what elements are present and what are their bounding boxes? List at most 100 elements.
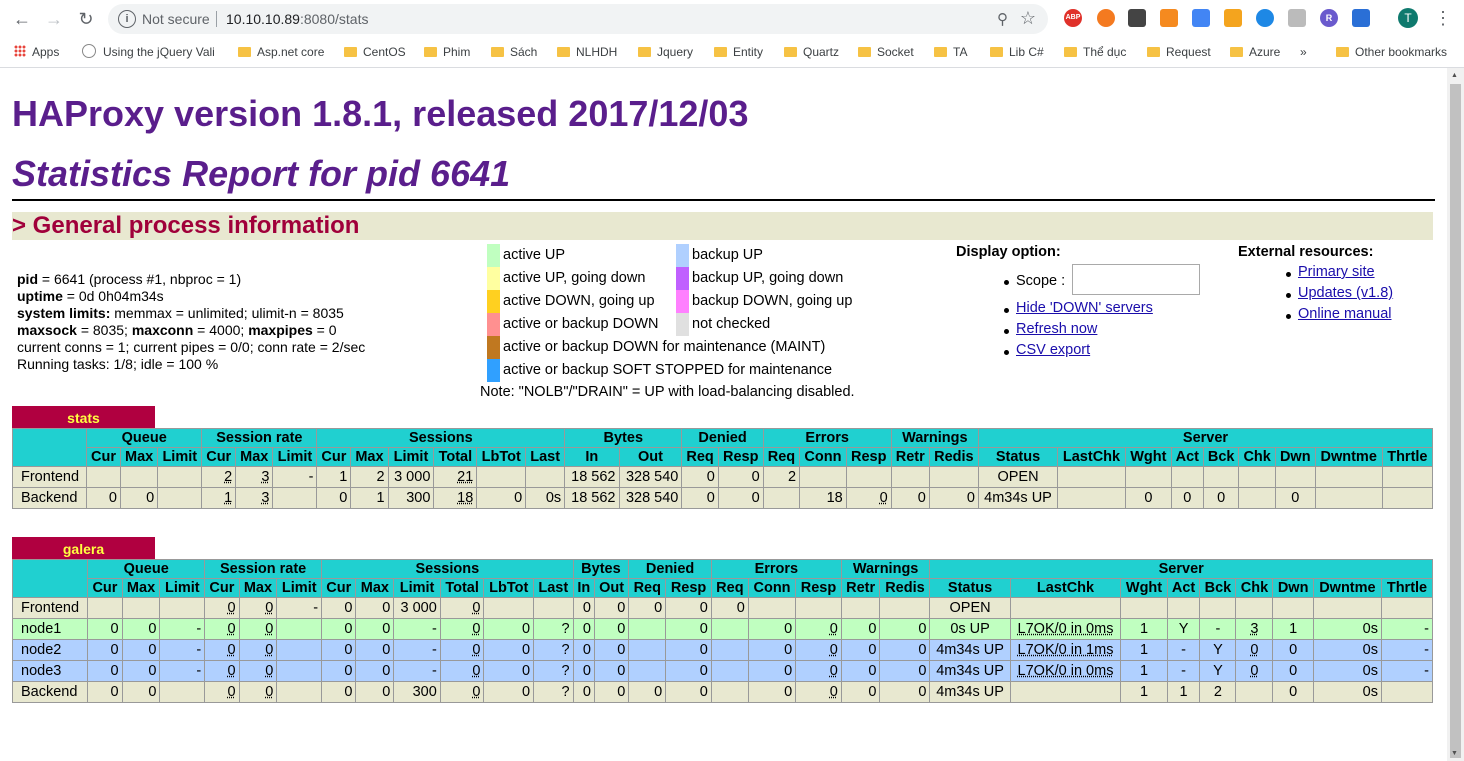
extension-lightbulb-icon[interactable]	[1128, 9, 1146, 27]
column-header: Dwn	[1274, 447, 1316, 467]
cell-value: 300	[412, 684, 437, 700]
row-name[interactable]: node1	[11, 618, 89, 640]
online-manual-link[interactable]: Online manual	[1298, 306, 1392, 322]
cell-value: 0	[148, 663, 157, 679]
bookmark-folder[interactable]: CentOS	[344, 43, 406, 61]
cell-value: 0	[382, 663, 391, 679]
table-cell: 0	[665, 681, 712, 703]
group-header: Bytes	[564, 428, 683, 448]
bookmark-folder[interactable]: Lib C#	[990, 43, 1044, 61]
row-name[interactable]: node3	[11, 660, 89, 682]
column-header: Total	[433, 447, 478, 467]
cell-value: 0s	[1362, 621, 1378, 637]
table-cell: 0s	[1312, 639, 1382, 661]
zoom-icon[interactable]: ⚲	[997, 10, 1008, 28]
row-name[interactable]: Frontend	[11, 466, 88, 488]
table-cell	[747, 597, 797, 619]
back-arrow-icon[interactable]: ←	[10, 7, 34, 31]
cell-value: -	[431, 621, 437, 637]
translate-icon[interactable]	[1192, 9, 1210, 27]
bullet	[1286, 293, 1291, 298]
kebab-menu-icon[interactable]: ⋮	[1434, 8, 1452, 28]
extension-orange-icon[interactable]	[1097, 9, 1115, 27]
cell-value: 328 540	[625, 469, 679, 485]
refresh-now-link[interactable]: Refresh now	[1016, 321, 1097, 337]
primary-site-link[interactable]: Primary site	[1298, 264, 1375, 280]
bookmark-folder[interactable]: Sách	[491, 43, 537, 61]
bookmark-folder[interactable]: Asp.net core	[238, 43, 324, 61]
column-header: Cur	[86, 447, 121, 467]
table-cell: 18	[799, 487, 847, 509]
folder-icon	[424, 47, 437, 57]
table-cell: 3	[235, 466, 274, 488]
bookmark-other[interactable]: Other bookmarks	[1336, 43, 1447, 61]
row-name[interactable]: node2	[11, 639, 89, 661]
address-bar[interactable]: i Not secure 10.10.10.89:8080/stats ⚲ ☆	[108, 4, 1048, 34]
cell-value: 0	[472, 684, 481, 700]
bookmark-folder[interactable]: Phim	[424, 43, 470, 61]
bookmark-label: CentOS	[363, 45, 406, 59]
cell-value: 0	[829, 663, 838, 679]
scope-input[interactable]	[1072, 264, 1200, 295]
bookmark-folder[interactable]: Request	[1147, 43, 1211, 61]
folder-icon	[491, 47, 504, 57]
extension-tree-icon[interactable]	[1288, 9, 1306, 27]
extension-feather-icon[interactable]	[1256, 9, 1274, 27]
proxy-name-galera[interactable]: galera	[12, 537, 155, 559]
bookmark-label: Socket	[877, 45, 914, 59]
extension-puzzle-icon[interactable]	[1352, 9, 1370, 27]
bookmark-apps[interactable]: Apps	[14, 43, 59, 61]
cell-value: 0s	[1362, 663, 1378, 679]
table-cell: -	[393, 660, 441, 682]
vertical-scrollbar[interactable]: ▲ ▼	[1447, 68, 1464, 761]
table-cell: 0	[355, 681, 395, 703]
page-title: HAProxy version 1.8.1, released 2017/12/…	[12, 93, 749, 134]
bookmarks-overflow-chevron[interactable]: »	[1300, 43, 1307, 61]
table-cell: 0	[717, 466, 764, 488]
profile-avatar[interactable]: T	[1398, 8, 1418, 28]
column-header: Bck	[1202, 447, 1240, 467]
extension-grid-icon[interactable]	[1160, 9, 1178, 27]
bookmark-folder[interactable]: Socket	[858, 43, 914, 61]
cell-value: 0	[918, 684, 927, 700]
scrollbar-thumb[interactable]	[1450, 84, 1461, 758]
extension-r-icon[interactable]: R	[1320, 9, 1338, 27]
table-cell	[1380, 681, 1434, 703]
table-cell: 0	[1202, 487, 1240, 509]
bookmark-folder[interactable]: Entity	[714, 43, 763, 61]
cell-value: 0	[582, 663, 591, 679]
reload-icon[interactable]: ↻	[74, 7, 98, 31]
cell-value: 0	[110, 642, 119, 658]
table-cell: 300	[387, 487, 435, 509]
row-name[interactable]: Backend	[11, 681, 89, 703]
updates-link[interactable]: Updates (v1.8)	[1298, 285, 1393, 301]
row-name[interactable]: Frontend	[11, 597, 89, 619]
bookmark-label: Entity	[733, 45, 764, 59]
url-text[interactable]: 10.10.10.89:8080/stats	[226, 11, 368, 27]
row-name[interactable]: Backend	[11, 487, 88, 509]
csv-export-link[interactable]: CSV export	[1016, 342, 1090, 358]
extension-key-icon[interactable]	[1224, 9, 1242, 27]
bookmark-folder[interactable]: Thể dục	[1064, 43, 1126, 61]
table-cell: 0	[928, 487, 979, 509]
hide-down-servers-link[interactable]: Hide 'DOWN' servers	[1016, 300, 1153, 316]
table-cell: 0	[593, 597, 630, 619]
bookmark-star-icon[interactable]: ☆	[1020, 8, 1036, 29]
bookmark-label: Asp.net core	[257, 45, 325, 59]
info-icon[interactable]: i	[118, 10, 136, 28]
scroll-down-arrow-icon[interactable]: ▼	[1451, 750, 1458, 757]
bookmark-folder[interactable]: Quartz	[784, 43, 839, 61]
adblock-plus-icon[interactable]: ABP	[1064, 9, 1082, 27]
cell-value: 1	[1179, 684, 1188, 700]
bookmark-folder[interactable]: NLHDH	[557, 43, 617, 61]
bookmark-jquery-validate[interactable]: Using the jQuery Vali	[82, 43, 215, 61]
legend-swatch	[487, 290, 500, 313]
forward-arrow-icon[interactable]: →	[42, 7, 66, 31]
scroll-up-arrow-icon[interactable]: ▲	[1451, 72, 1458, 79]
column-header: Resp	[717, 447, 764, 467]
proxy-name-stats[interactable]: stats	[12, 406, 155, 428]
bookmark-folder[interactable]: Jquery	[638, 43, 693, 61]
bookmark-folder[interactable]: TA	[934, 43, 967, 61]
bookmark-folder[interactable]: Azure	[1230, 43, 1280, 61]
column-header: Conn	[799, 447, 847, 467]
